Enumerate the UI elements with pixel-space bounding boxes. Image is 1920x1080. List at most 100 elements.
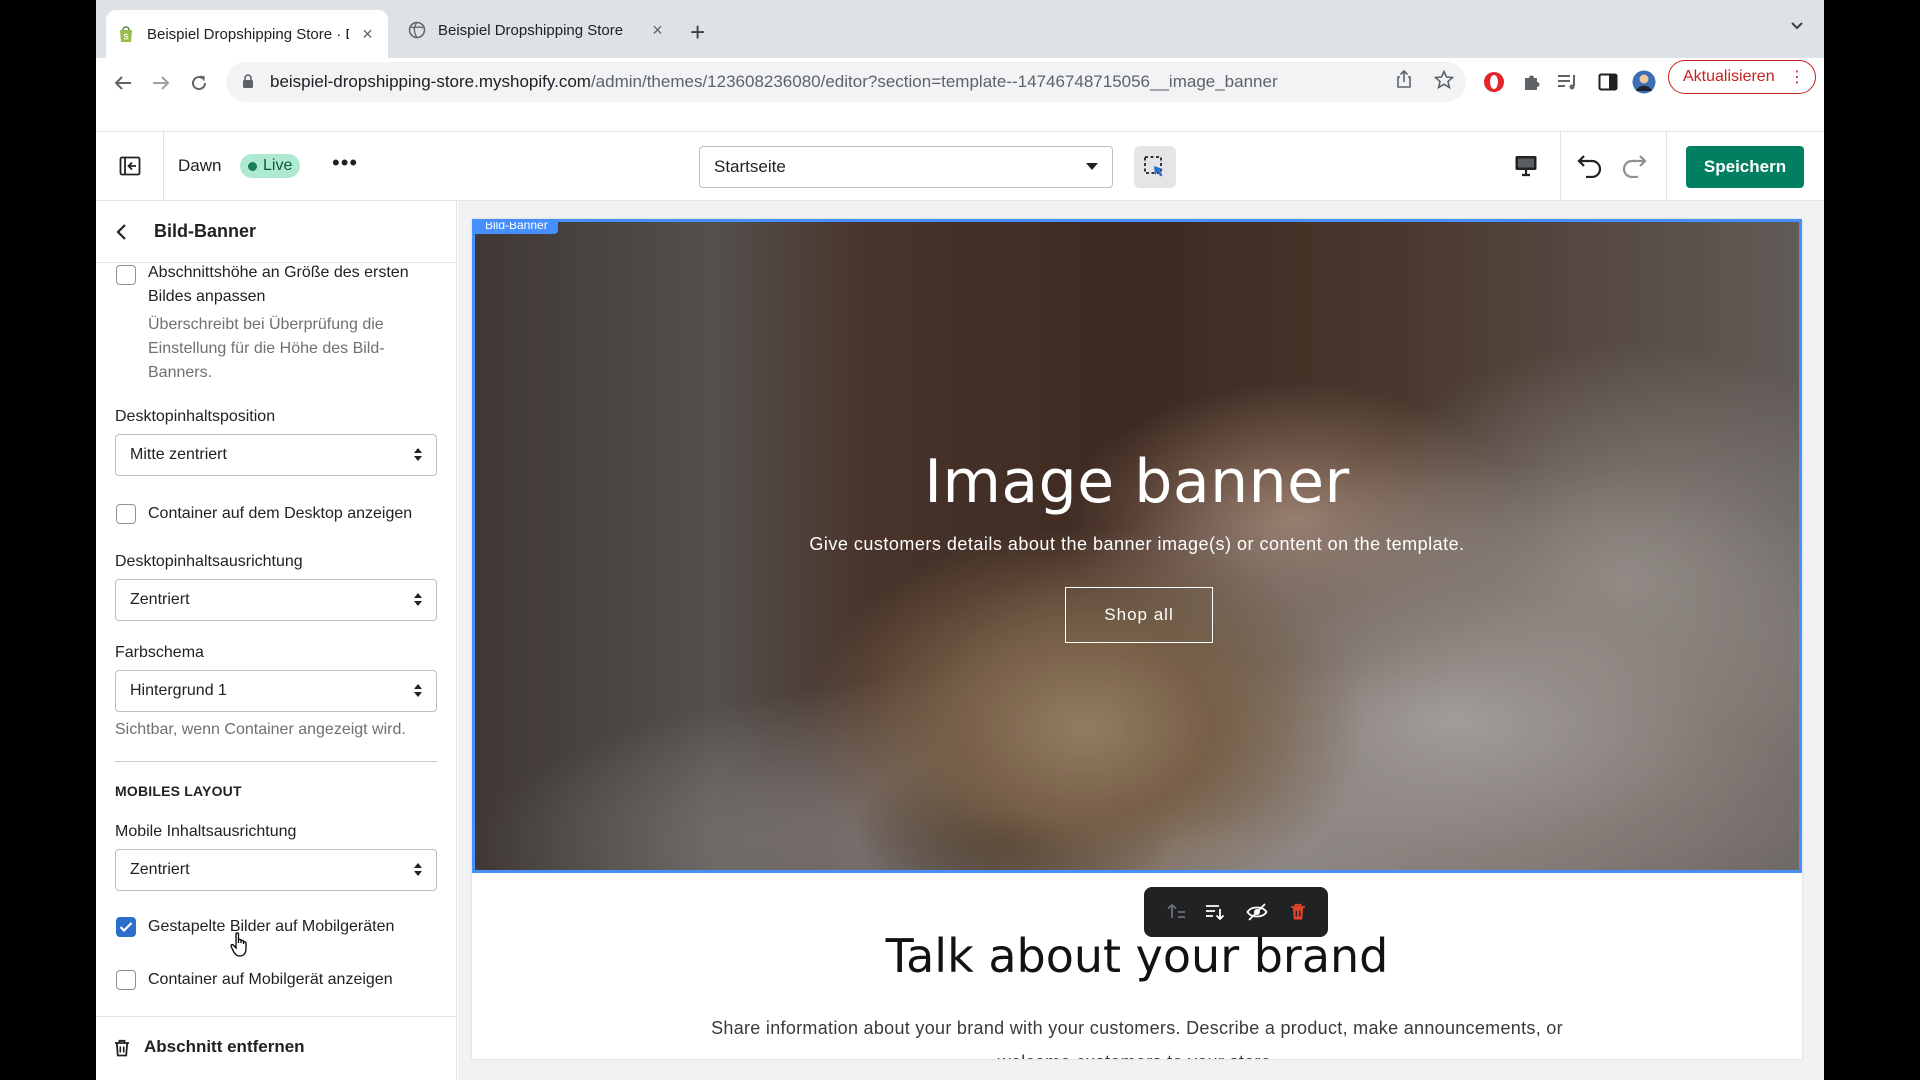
browser-window: S Beispiel Dropshipping Store · D × Beis… xyxy=(96,0,1824,1080)
sidebar-divider xyxy=(115,761,437,762)
redo-icon[interactable] xyxy=(1620,152,1648,183)
select-value: Mitte zentriert xyxy=(130,446,227,463)
shop-all-button[interactable]: Shop all xyxy=(1065,587,1213,643)
hide-section-icon[interactable] xyxy=(1242,897,1272,927)
trash-icon xyxy=(114,1039,130,1062)
bookmark-star-icon[interactable] xyxy=(1433,69,1455,94)
chevron-down-icon[interactable] xyxy=(1790,18,1804,34)
tab-title: Beispiel Dropshipping Store · D xyxy=(146,25,349,43)
svg-text:S: S xyxy=(124,33,130,42)
select-arrows-icon xyxy=(414,861,422,879)
header-divider xyxy=(1560,132,1561,200)
storefront-preview: Bild-Banner Image banner Give customers … xyxy=(458,201,1824,1080)
desktop-position-select[interactable]: Mitte zentriert xyxy=(115,434,437,476)
url-host: beispiel-dropshipping-store.myshopify.co… xyxy=(270,72,591,91)
mobile-layout-heading: MOBILES LAYOUT xyxy=(115,783,242,799)
banner-heading: Image banner xyxy=(924,447,1350,517)
remove-section-button[interactable]: Abschnitt entfernen xyxy=(96,1016,456,1080)
mobile-alignment-select[interactable]: Zentriert xyxy=(115,849,437,891)
stacked-images-label: Gestapelte Bilder auf Mobilgeräten xyxy=(148,918,395,935)
page-select-value: Startseite xyxy=(714,157,786,176)
desktop-container-label: Container auf dem Desktop anzeigen xyxy=(148,505,413,522)
undo-icon[interactable] xyxy=(1576,152,1604,183)
shopify-bag-icon: S xyxy=(118,25,135,43)
color-scheme-select[interactable]: Hintergrund 1 xyxy=(115,670,437,712)
profile-avatar[interactable] xyxy=(1632,70,1656,94)
live-label: Live xyxy=(263,157,293,174)
side-panel-icon[interactable] xyxy=(1596,70,1620,94)
select-arrows-icon xyxy=(414,682,422,700)
media-control-icon[interactable] xyxy=(1556,70,1580,94)
lock-icon xyxy=(242,74,256,90)
section-selection-badge: Bild-Banner xyxy=(475,222,558,234)
adapt-height-help: Überschreibt bei Überprüfung die xyxy=(148,316,384,333)
delete-section-icon[interactable] xyxy=(1283,897,1313,927)
remove-section-label: Abschnitt entfernen xyxy=(144,1037,305,1056)
sidebar-header: Bild-Banner xyxy=(96,201,456,263)
adapt-height-help: Einstellung für die Höhe des Bild- xyxy=(148,340,385,357)
adapt-height-checkbox[interactable] xyxy=(116,265,136,285)
select-value: Zentriert xyxy=(130,861,190,878)
reload-icon[interactable] xyxy=(184,68,214,98)
tab-strip: S Beispiel Dropshipping Store · D × Beis… xyxy=(96,0,1824,58)
banner-subtitle: Give customers details about the banner … xyxy=(809,534,1465,554)
more-actions-icon[interactable]: ••• xyxy=(332,150,358,176)
back-arrow-icon[interactable] xyxy=(108,68,138,98)
address-bar[interactable]: beispiel-dropshipping-store.myshopify.co… xyxy=(226,62,1466,102)
preview-page: Bild-Banner Image banner Give customers … xyxy=(472,219,1802,1059)
select-arrows-icon xyxy=(414,446,422,464)
inspector-select-icon[interactable] xyxy=(1134,146,1176,188)
brand-text: Share information about your brand with … xyxy=(472,1011,1802,1059)
desktop-preview-icon[interactable] xyxy=(1514,154,1538,183)
update-label: Aktualisieren xyxy=(1683,68,1775,85)
brand-text-line: welcome customers to your store. xyxy=(472,1045,1802,1059)
section-title: Bild-Banner xyxy=(154,221,257,241)
save-button[interactable]: Speichern xyxy=(1686,146,1804,188)
forward-arrow-icon[interactable] xyxy=(146,68,176,98)
tab-title: Beispiel Dropshipping Store xyxy=(438,21,624,39)
page-template-select[interactable]: Startseite xyxy=(699,146,1113,188)
desktop-alignment-select[interactable]: Zentriert xyxy=(115,579,437,621)
adapt-height-label: Abschnittshöhe an Größe des ersten xyxy=(148,264,409,281)
tab-store[interactable]: Beispiel Dropshipping Store × xyxy=(396,10,678,50)
update-browser-button[interactable]: Aktualisieren ⋮ xyxy=(1668,60,1816,94)
url-path: /admin/themes/123608236080/editor?sectio… xyxy=(590,72,1278,91)
live-status-badge: Live xyxy=(240,154,301,178)
close-tab-icon[interactable]: × xyxy=(649,20,666,41)
section-settings-sidebar: Bild-Banner Abschnittshöhe an Größe des … xyxy=(96,201,457,1080)
move-down-icon[interactable] xyxy=(1201,897,1231,927)
tab-shopify-editor[interactable]: S Beispiel Dropshipping Store · D × xyxy=(106,10,388,58)
status-dot-icon xyxy=(248,161,257,171)
section-action-toolbar xyxy=(1144,887,1328,937)
exit-editor-icon[interactable] xyxy=(96,132,164,200)
desktop-alignment-label: Desktopinhaltsausrichtung xyxy=(115,553,303,570)
color-scheme-help: Sichtbar, wenn Container angezeigt wird. xyxy=(115,721,406,738)
share-icon[interactable] xyxy=(1396,69,1412,93)
close-tab-icon[interactable]: × xyxy=(359,24,376,45)
select-arrows-icon xyxy=(414,591,422,609)
header-divider xyxy=(1666,132,1667,200)
mobile-container-checkbox[interactable] xyxy=(116,970,136,990)
desktop-container-checkbox[interactable] xyxy=(116,504,136,524)
theme-name: Dawn xyxy=(178,156,222,175)
mobile-container-label: Container auf Mobilgerät anzeigen xyxy=(148,971,393,988)
back-chevron-icon[interactable] xyxy=(116,223,128,246)
brand-text-line: Share information about your brand with … xyxy=(711,1018,1563,1038)
move-up-icon[interactable] xyxy=(1160,897,1190,927)
hand-pointer-icon xyxy=(230,932,250,963)
stacked-images-checkbox[interactable] xyxy=(116,917,136,937)
browser-toolbar: beispiel-dropshipping-store.myshopify.co… xyxy=(96,58,1824,108)
puzzle-extension-icon[interactable] xyxy=(1520,70,1544,94)
caret-down-icon xyxy=(1086,163,1098,170)
adapt-height-help: Banners. xyxy=(148,364,213,381)
opera-extension-icon[interactable] xyxy=(1482,70,1506,94)
checkmark-icon xyxy=(119,922,133,933)
kebab-menu-icon[interactable]: ⋮ xyxy=(1789,67,1805,87)
image-banner-section[interactable]: Bild-Banner Image banner Give customers … xyxy=(472,219,1802,873)
mobile-alignment-label: Mobile Inhaltsausrichtung xyxy=(115,823,297,840)
adapt-height-label: Bildes anpassen xyxy=(148,288,266,305)
new-tab-icon[interactable]: + xyxy=(690,17,705,48)
globe-icon xyxy=(408,21,426,39)
brand-heading: Talk about your brand xyxy=(885,929,1389,983)
color-scheme-label: Farbschema xyxy=(115,644,204,661)
